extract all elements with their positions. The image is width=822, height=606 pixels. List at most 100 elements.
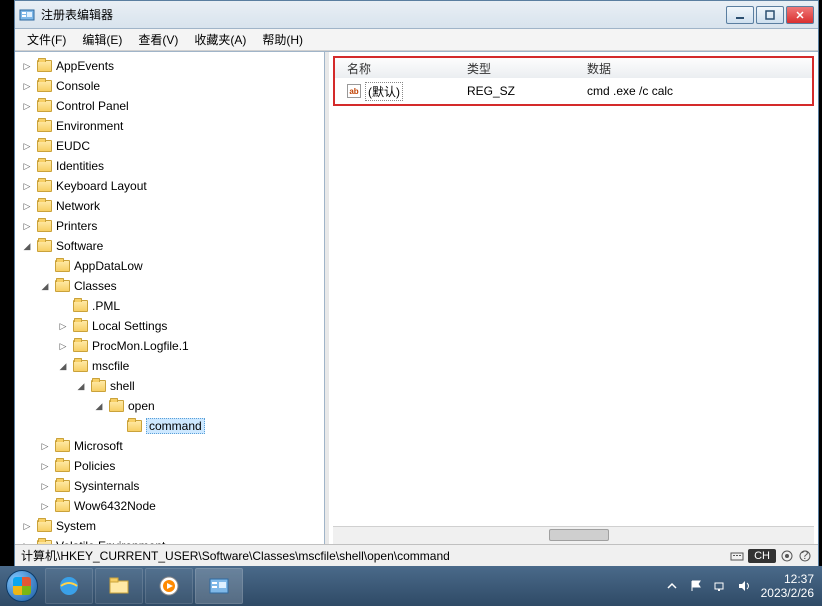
tree-node[interactable]: ▷EUDC (21, 136, 324, 156)
tree-node[interactable]: ◢shell (75, 376, 324, 396)
tree-toggle-icon[interactable]: ▷ (57, 340, 69, 352)
tree-node[interactable]: ▷ Local Settings (57, 316, 324, 336)
menu-help[interactable]: 帮助(H) (254, 29, 311, 50)
language-indicator[interactable]: CH (748, 549, 776, 563)
tree-toggle-icon[interactable]: ▷ (21, 100, 33, 112)
tree-toggle-icon[interactable]: ▷ (21, 160, 33, 172)
folder-icon (55, 500, 70, 512)
tree-node[interactable]: ▷Network (21, 196, 324, 216)
tree-toggle-icon[interactable]: ▷ (21, 220, 33, 232)
titlebar[interactable]: 注册表编辑器 (15, 1, 818, 29)
regedit-window: 注册表编辑器 文件(F) 编辑(E) 查看(V) 收藏夹(A) 帮助(H) ▷A… (14, 0, 819, 567)
tree-toggle-icon[interactable]: ◢ (75, 380, 87, 392)
menu-edit[interactable]: 编辑(E) (74, 29, 130, 50)
tree-toggle-icon[interactable]: ▷ (57, 320, 69, 332)
value-row[interactable]: ab (默认) REG_SZ cmd .exe /c calc (335, 78, 812, 104)
menu-favorites[interactable]: 收藏夹(A) (186, 29, 254, 50)
tree-node[interactable]: ▷Volatile Environment (21, 536, 324, 544)
scrollbar-thumb[interactable] (549, 529, 609, 541)
tree-node[interactable]: ▷Microsoft (39, 436, 324, 456)
horizontal-scrollbar[interactable] (333, 526, 814, 544)
list-empty-area[interactable] (329, 110, 818, 526)
window-controls (726, 6, 814, 24)
folder-icon (37, 200, 52, 212)
tree-label: Local Settings (92, 319, 167, 333)
folder-icon (37, 540, 52, 544)
taskbar-mediaplayer[interactable] (145, 568, 193, 604)
tree-node[interactable]: AppDataLow (39, 256, 324, 276)
tree-toggle-icon[interactable]: ◢ (39, 280, 51, 292)
value-type: REG_SZ (461, 82, 581, 100)
tree-node[interactable]: .PML (57, 296, 324, 316)
tree-node[interactable]: ▷AppEvents (21, 56, 324, 76)
tree-toggle-icon[interactable]: ▷ (39, 440, 51, 452)
tree-toggle-icon[interactable]: ▷ (21, 520, 33, 532)
tree-pane[interactable]: ▷AppEvents▷Console▷Control PanelEnvironm… (15, 52, 325, 544)
volume-icon[interactable] (737, 579, 751, 593)
system-tray: 12:37 2023/2/26 (657, 572, 822, 600)
folder-icon (37, 140, 52, 152)
folder-icon (127, 420, 142, 432)
ime-icon[interactable] (780, 549, 794, 563)
tree-toggle-icon[interactable]: ◢ (57, 360, 69, 372)
folder-icon (37, 80, 52, 92)
flag-icon[interactable] (689, 579, 703, 593)
tree-node[interactable]: ▷Policies (39, 456, 324, 476)
col-type-header[interactable]: 类型 (461, 58, 581, 78)
tree-toggle-icon[interactable]: ▷ (21, 180, 33, 192)
menu-view[interactable]: 查看(V) (130, 29, 186, 50)
tree-node[interactable]: command (111, 416, 324, 436)
tree-node[interactable]: ▷Control Panel (21, 96, 324, 116)
tree-toggle-icon[interactable]: ▷ (21, 60, 33, 72)
folder-icon (55, 280, 70, 292)
tree-toggle-icon[interactable]: ▷ (39, 480, 51, 492)
taskbar: 12:37 2023/2/26 (0, 566, 822, 606)
folder-icon (73, 320, 88, 332)
tree-node[interactable]: ▷ Keyboard Layout (21, 176, 324, 196)
list-body: ab (默认) REG_SZ cmd .exe /c calc (333, 78, 814, 106)
tree-toggle-icon[interactable]: ▷ (39, 460, 51, 472)
taskbar-explorer[interactable] (95, 568, 143, 604)
tree-toggle-icon[interactable]: ◢ (93, 400, 105, 412)
tree-toggle-icon[interactable]: ▷ (39, 500, 51, 512)
tree-toggle-icon[interactable]: ◢ (21, 240, 33, 252)
tree-node[interactable]: ▷System (21, 516, 324, 536)
tree-toggle-icon[interactable]: ▷ (21, 80, 33, 92)
tree-node[interactable]: ▷Identities (21, 156, 324, 176)
help-icon[interactable]: ? (798, 549, 812, 563)
tree-toggle-icon[interactable]: ▷ (21, 540, 33, 544)
tree-node[interactable]: ◢Classes (39, 276, 324, 296)
folder-icon (37, 160, 52, 172)
tree-toggle-icon[interactable]: ▷ (21, 140, 33, 152)
tree-node[interactable]: ▷ProcMon.Logfile.1 (57, 336, 324, 356)
clock-time: 12:37 (761, 572, 814, 586)
tree-node[interactable]: ◢mscfile (57, 356, 324, 376)
tree-label: Keyboard Layout (56, 179, 147, 193)
folder-icon (37, 520, 52, 532)
tree-node[interactable]: ◢open (93, 396, 324, 416)
tree-node[interactable]: ▷Printers (21, 216, 324, 236)
col-name-header[interactable]: 名称 (341, 58, 461, 78)
tree-node[interactable]: Environment (21, 116, 324, 136)
menu-file[interactable]: 文件(F) (19, 29, 74, 50)
col-data-header[interactable]: 数据 (581, 58, 806, 78)
taskbar-ie[interactable] (45, 568, 93, 604)
clock[interactable]: 12:37 2023/2/26 (761, 572, 814, 600)
maximize-button[interactable] (756, 6, 784, 24)
tree-toggle-icon[interactable]: ▷ (21, 200, 33, 212)
list-header: 名称 类型 数据 (333, 56, 814, 78)
tray-arrow-icon[interactable] (665, 579, 679, 593)
tree-node[interactable]: ◢Software (21, 236, 324, 256)
network-icon[interactable] (713, 579, 727, 593)
tree-node[interactable]: ▷Console (21, 76, 324, 96)
tree-node[interactable]: ▷Wow6432Node (39, 496, 324, 516)
tree-label: Sysinternals (74, 479, 139, 493)
close-button[interactable] (786, 6, 814, 24)
tree-node[interactable]: ▷ Sysinternals (39, 476, 324, 496)
menubar: 文件(F) 编辑(E) 查看(V) 收藏夹(A) 帮助(H) (15, 29, 818, 51)
minimize-button[interactable] (726, 6, 754, 24)
start-button[interactable] (0, 566, 44, 606)
taskbar-regedit[interactable] (195, 568, 243, 604)
tree-spacer (111, 420, 123, 432)
tree-spacer (21, 120, 33, 132)
